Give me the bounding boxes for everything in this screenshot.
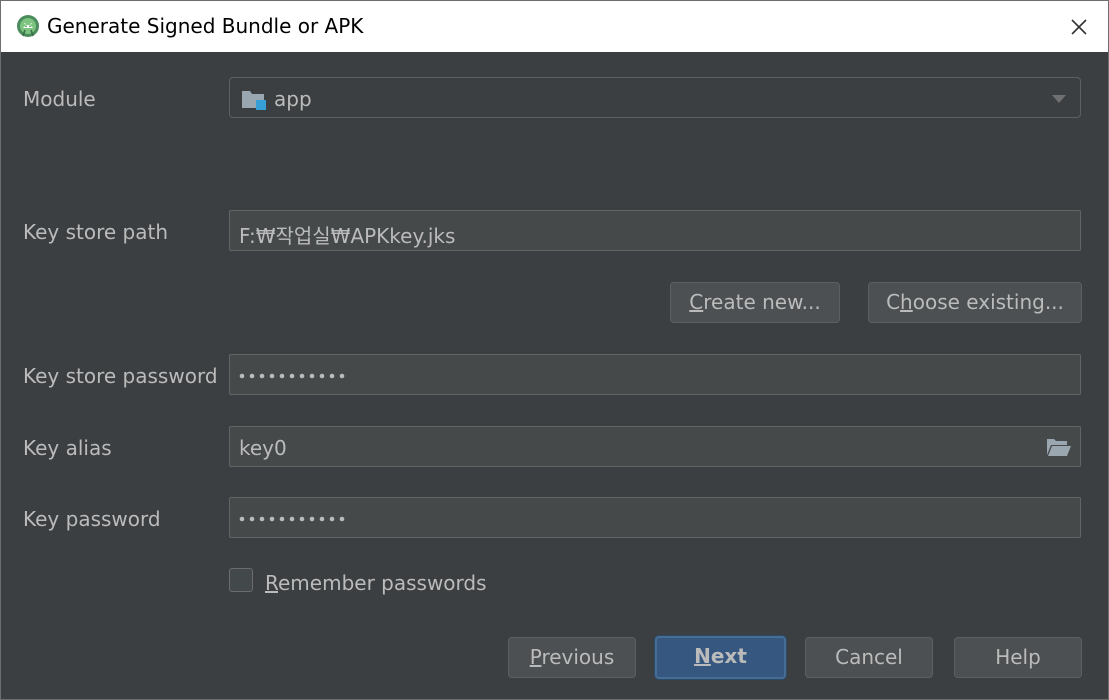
password-mask: [239, 516, 345, 522]
key-store-path-label: Key store path: [23, 220, 169, 244]
key-store-password-field[interactable]: [229, 354, 1081, 395]
module-label: Module: [23, 87, 96, 111]
key-alias-label: Key alias: [23, 436, 112, 460]
remember-passwords-checkbox[interactable]: [229, 568, 253, 592]
key-password-label: Key password: [23, 507, 161, 531]
previous-button[interactable]: Previous: [508, 637, 636, 678]
help-button[interactable]: Help: [954, 637, 1082, 678]
android-studio-icon: [17, 15, 39, 37]
chevron-down-icon: [1052, 95, 1066, 103]
key-password-field[interactable]: [229, 497, 1081, 538]
choose-existing-button[interactable]: Choose existing...: [868, 282, 1082, 323]
cancel-button[interactable]: Cancel: [805, 637, 933, 678]
close-icon[interactable]: [1065, 13, 1093, 41]
create-new-button[interactable]: Create new...: [670, 282, 840, 323]
dialog-window: Generate Signed Bundle or APK Module app…: [0, 0, 1109, 700]
next-button[interactable]: Next: [655, 636, 786, 679]
module-value: app: [274, 87, 312, 111]
key-store-password-label: Key store password: [23, 364, 218, 388]
module-select[interactable]: app: [229, 77, 1081, 118]
key-alias-field[interactable]: key0: [229, 426, 1081, 467]
key-alias-value: key0: [239, 436, 287, 460]
key-store-path-value: F:₩작업실₩APKkey.jks: [239, 224, 456, 248]
title-bar: Generate Signed Bundle or APK: [1, 1, 1108, 52]
module-folder-icon: [242, 91, 266, 110]
key-store-path-field[interactable]: F:₩작업실₩APKkey.jks: [229, 210, 1081, 251]
password-mask: [239, 373, 345, 379]
remember-passwords-label[interactable]: Remember passwords: [265, 571, 487, 595]
folder-open-icon[interactable]: [1046, 437, 1072, 457]
window-title: Generate Signed Bundle or APK: [47, 14, 364, 38]
